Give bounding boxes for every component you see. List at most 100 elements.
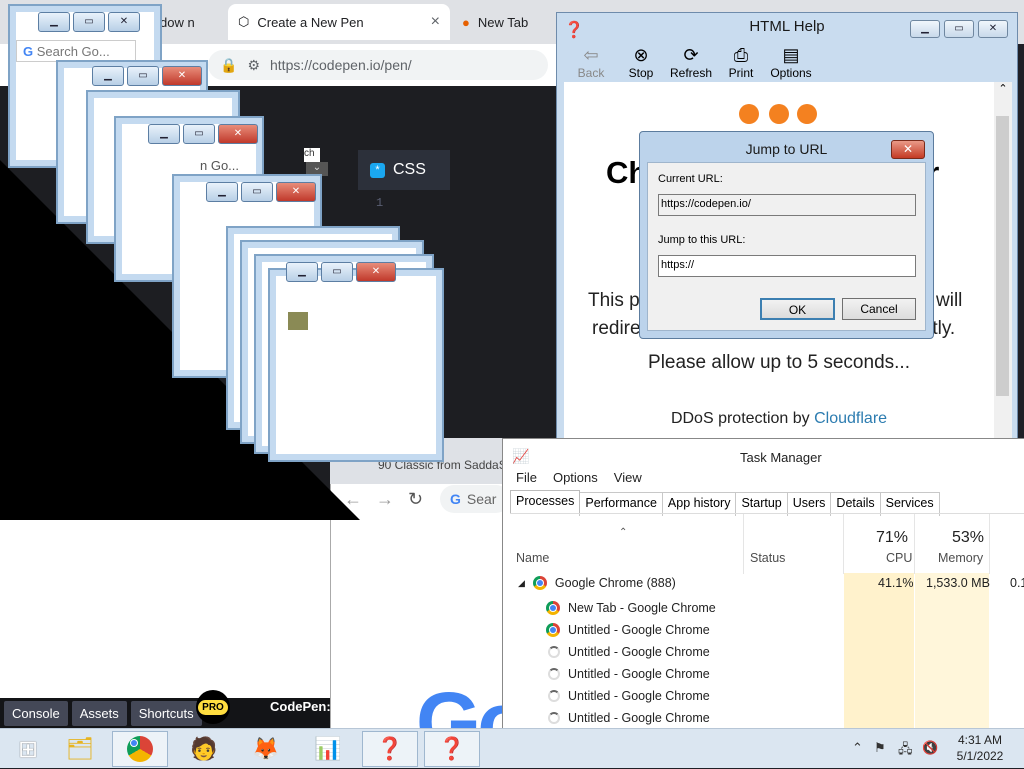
ok-button[interactable]: OK	[760, 298, 835, 320]
minimize-icon[interactable]: ▁	[206, 182, 238, 202]
scroll-up-icon[interactable]: ⌃	[994, 82, 1012, 95]
cpu-column-highlight	[844, 573, 914, 728]
file-explorer-icon[interactable]: 🗂	[52, 731, 108, 767]
chevron-up-icon[interactable]: ⌃	[852, 740, 863, 756]
maximize-icon[interactable]: ▭	[944, 20, 974, 38]
process-name: Google Chrome (888)	[554, 576, 676, 590]
firefox-icon[interactable]: 🦊	[238, 731, 294, 767]
jump-url-input[interactable]: https://	[658, 255, 916, 277]
process-group-row[interactable]: ◢ Google Chrome (888)	[518, 576, 676, 590]
chrome-icon[interactable]	[112, 731, 168, 767]
column-memory[interactable]: Memory	[938, 551, 983, 565]
print-button[interactable]: ⎙ Print	[716, 44, 766, 80]
scroll-thumb[interactable]	[996, 116, 1009, 396]
stop-button[interactable]: ⊗ Stop	[616, 44, 666, 80]
console-button[interactable]: Console	[4, 700, 68, 726]
ghost-controls: ▁ ▭ ✕	[92, 66, 202, 88]
menu-options[interactable]: Options	[553, 470, 598, 485]
assets-button[interactable]: Assets	[71, 700, 127, 726]
maximize-icon[interactable]: ▭	[241, 182, 273, 202]
maximize-icon[interactable]: ▭	[183, 124, 215, 144]
column-status[interactable]: Status	[750, 551, 785, 565]
loading-icon	[548, 668, 560, 680]
list-item[interactable]: Untitled - Google Chrome	[548, 667, 710, 681]
button-label: Refresh	[669, 66, 713, 80]
forward-arrow-icon[interactable]: →	[376, 489, 394, 510]
avatar-icon[interactable]: 🧑	[176, 731, 232, 767]
maximize-icon[interactable]: ▭	[127, 66, 159, 86]
redirect-text-left: This p	[588, 290, 640, 311]
column-divider	[989, 514, 990, 574]
options-button[interactable]: ▤ Options	[766, 44, 816, 80]
minimize-icon[interactable]: ▁	[286, 262, 318, 282]
minimize-icon[interactable]: ▁	[148, 124, 180, 144]
tab-processes[interactable]: Processes	[510, 490, 581, 514]
ddos-line: DDoS protection by Cloudflare	[564, 410, 994, 428]
help-scrollbar[interactable]: ⌃ ⌄	[994, 82, 1012, 454]
help-toolbar: ⇦ Back ⊗ Stop ⟳ Refresh ⎙ Print ▤ Options	[566, 44, 816, 80]
memory-column-highlight	[915, 573, 989, 728]
close-icon[interactable]: ×	[431, 13, 440, 31]
search-placeholder: Search Go...	[36, 44, 110, 59]
task-manager-icon[interactable]: 📊	[300, 731, 356, 767]
close-icon[interactable]: ✕	[276, 182, 316, 202]
tab-create-new-pen[interactable]: ⬡ Create a New Pen ×	[228, 4, 450, 40]
system-clock[interactable]: 4:31 AM 5/1/2022	[948, 732, 1012, 764]
html-help-icon[interactable]: ❓	[362, 731, 418, 767]
pro-badge[interactable]: PRO	[196, 690, 230, 724]
refresh-button[interactable]: ⟳ Refresh	[666, 44, 716, 80]
network-icon[interactable]: 🖧	[898, 740, 913, 762]
preview-pane	[0, 518, 330, 698]
close-icon[interactable]: ✕	[162, 66, 202, 86]
reload-icon[interactable]: ↻	[408, 489, 423, 510]
button-label: Stop	[628, 66, 654, 80]
site-settings-icon[interactable]: ⚙	[247, 57, 260, 74]
list-item[interactable]: New Tab - Google Chrome	[546, 601, 716, 615]
current-url-label: Current URL:	[658, 173, 723, 185]
close-icon[interactable]: ✕	[978, 20, 1008, 38]
back-button[interactable]: ⇦ Back	[566, 44, 616, 80]
close-icon[interactable]: ✕	[356, 262, 396, 282]
sort-up-icon[interactable]: ⌃	[619, 527, 627, 538]
flag-icon[interactable]: ⚑	[874, 740, 886, 756]
loading-icon	[548, 712, 560, 724]
html-help-icon[interactable]: ❓	[424, 731, 480, 767]
tm-menu-bar: File Options View	[516, 470, 642, 485]
minimize-icon[interactable]: ▁	[92, 66, 124, 86]
clock-date: 5/1/2022	[956, 749, 1004, 763]
pro-label: PRO	[198, 699, 228, 715]
codepen-label: CodePen:	[270, 699, 331, 714]
cancel-button[interactable]: Cancel	[842, 298, 916, 320]
menu-view[interactable]: View	[614, 470, 642, 485]
address-bar[interactable]: 🔒 ⚙ https://codepen.io/pen/	[208, 50, 548, 80]
minimize-icon[interactable]: ▁	[910, 20, 940, 38]
maximize-icon[interactable]: ▭	[73, 12, 105, 32]
list-item[interactable]: Untitled - Google Chrome	[546, 623, 710, 637]
cpu-total: 71%	[876, 529, 909, 546]
chrome2-search-box[interactable]: G Sear	[440, 485, 510, 513]
list-item[interactable]: Untitled - Google Chrome	[548, 689, 710, 703]
chrome-icon	[532, 576, 547, 590]
ghost-search-box[interactable]: G Search Go...	[16, 40, 136, 62]
cloudflare-link[interactable]: Cloudflare	[814, 410, 887, 427]
collapse-arrow-icon[interactable]: ◢	[518, 578, 525, 589]
current-url-field: https://codepen.io/	[658, 194, 916, 216]
list-item[interactable]: Untitled - Google Chrome	[548, 645, 710, 659]
close-icon[interactable]: ✕	[891, 140, 925, 159]
column-divider	[843, 514, 844, 574]
volume-mute-icon[interactable]: 🔇	[922, 740, 938, 756]
css-tab[interactable]: * CSS	[358, 150, 450, 190]
tab-new-tab[interactable]: ● New Tab	[452, 4, 552, 40]
column-name[interactable]: Name	[516, 551, 549, 565]
list-item[interactable]: Untitled - Google Chrome	[548, 711, 710, 725]
windows-start-icon[interactable]: ⊞	[0, 731, 56, 767]
column-cpu[interactable]: CPU	[886, 551, 912, 565]
menu-file[interactable]: File	[516, 470, 537, 485]
shortcuts-button[interactable]: Shortcuts	[130, 700, 202, 726]
css-tab-label: CSS	[393, 161, 426, 178]
maximize-icon[interactable]: ▭	[321, 262, 353, 282]
memory-total: 53%	[952, 529, 985, 546]
close-icon[interactable]: ✕	[108, 12, 140, 32]
minimize-icon[interactable]: ▁	[38, 12, 70, 32]
close-icon[interactable]: ✕	[218, 124, 258, 144]
